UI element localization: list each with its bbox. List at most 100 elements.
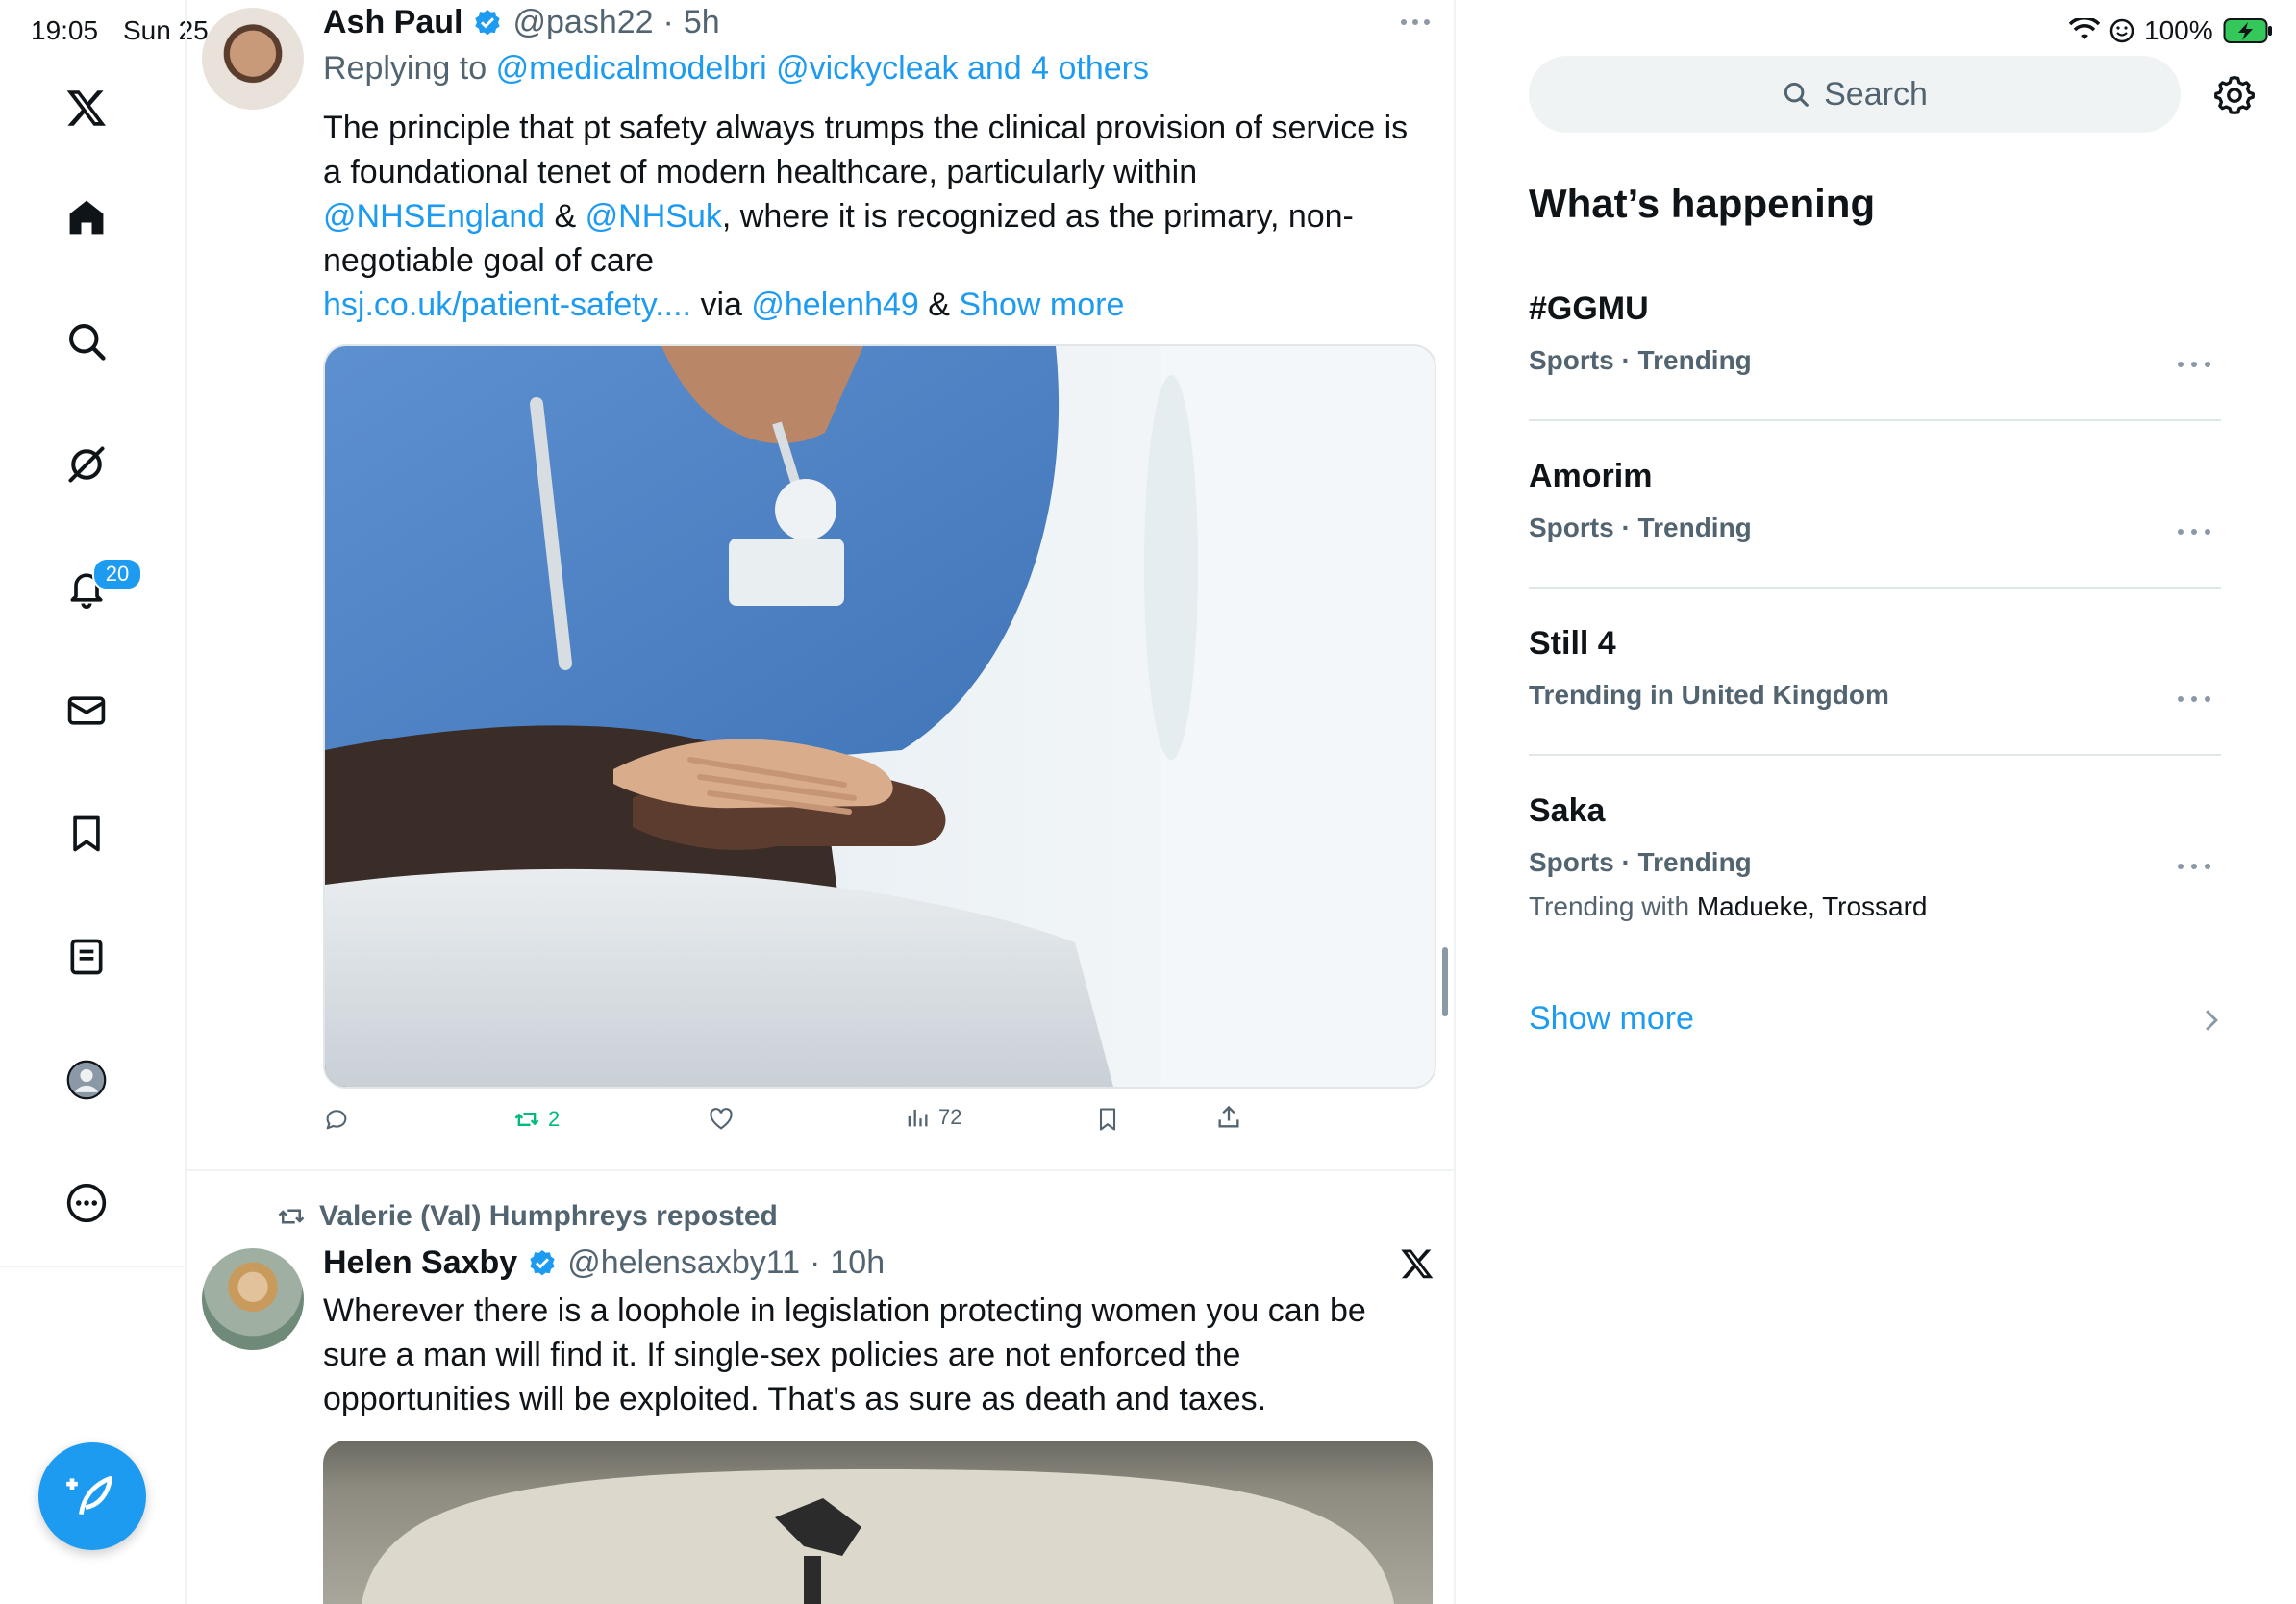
reposted-by[interactable]: Valerie (Val) Humphreys reposted xyxy=(319,1200,778,1233)
trend-item[interactable]: Saka Sports · Trending Trending with Mad… xyxy=(1529,792,1928,922)
timeline-column-border xyxy=(1454,0,1456,1604)
heart-icon xyxy=(710,1108,733,1130)
author-handle[interactable]: @helensaxby11 xyxy=(567,1244,800,1282)
chevron-right-icon[interactable] xyxy=(2202,1008,2221,1033)
trend-item[interactable]: #GGMU Sports · Trending xyxy=(1529,290,1752,376)
bookmark-icon xyxy=(1099,1108,1116,1131)
status-right: 100% xyxy=(2069,15,2273,46)
trend-more-icon[interactable] xyxy=(2175,360,2213,369)
views-button[interactable]: 72 xyxy=(904,1104,961,1131)
tweet-media-image[interactable] xyxy=(323,1441,1433,1604)
author-name[interactable]: Helen Saxby xyxy=(323,1244,517,1282)
verified-badge-icon xyxy=(530,1249,555,1275)
tweet2-body: Wherever there is a loophole in legislat… xyxy=(323,1289,1429,1421)
tweet-text-line: @NHSEngland & @NHSuk, where it is recogn… xyxy=(323,194,1429,238)
reply-button[interactable] xyxy=(323,1106,350,1133)
author-avatar[interactable] xyxy=(202,1248,304,1350)
like-button[interactable] xyxy=(708,1106,735,1133)
trend-related-names: Madueke, Trossard xyxy=(1696,891,1928,921)
show-more-link[interactable]: Show more xyxy=(959,287,1124,323)
trend-title: #GGMU xyxy=(1529,290,1649,327)
ampersand: & xyxy=(554,198,577,235)
compose-feather-icon xyxy=(66,1476,112,1516)
tweet-time[interactable]: 5h xyxy=(684,4,720,41)
reply-icon xyxy=(326,1110,347,1130)
trend-divider xyxy=(1529,587,2221,589)
via-text: via xyxy=(700,287,742,323)
notifications-badge: 20 xyxy=(92,558,142,590)
tweet-text-line: sure a man will find it. If single-sex p… xyxy=(323,1337,1241,1373)
compose-button[interactable] xyxy=(38,1442,146,1550)
bookmark-button[interactable] xyxy=(1094,1106,1121,1133)
search-icon xyxy=(1784,82,1809,107)
search-input[interactable]: Search xyxy=(1529,56,2181,133)
views-chart-icon xyxy=(908,1109,928,1127)
tweet-text-line: negotiable goal of care xyxy=(323,242,655,279)
reply-to-users[interactable]: @medicalmodelbri @vickycleak and 4 other… xyxy=(496,50,1149,87)
tweet-more-icon[interactable] xyxy=(1400,17,1431,27)
trend-item[interactable]: Amorim Sports · Trending xyxy=(1529,458,1752,543)
trend-more-icon[interactable] xyxy=(2175,694,2213,704)
home-icon[interactable] xyxy=(60,190,113,244)
tweet-text-fragment: , where it is recognized as the primary,… xyxy=(721,198,1354,235)
dot-separator: · xyxy=(662,4,674,40)
mention-link[interactable]: @NHSuk xyxy=(586,198,722,235)
share-button[interactable] xyxy=(1215,1104,1242,1131)
messages-envelope-icon[interactable] xyxy=(60,684,113,738)
search-icon[interactable] xyxy=(60,314,113,368)
x-logo-icon[interactable] xyxy=(60,81,113,135)
tweet-text-line: opportunities will be exploited. That's … xyxy=(323,1381,1267,1417)
retweet-count: 2 xyxy=(548,1107,561,1131)
bookmark-icon[interactable] xyxy=(60,807,113,861)
trend-title: Amorim xyxy=(1529,458,1653,494)
lists-icon[interactable] xyxy=(60,930,113,984)
trend-title: Saka xyxy=(1529,792,1606,829)
trend-related-prefix: Trending with xyxy=(1529,891,1690,921)
nurse-holding-hand-illustration xyxy=(325,346,1435,1087)
share-icon xyxy=(1218,1105,1239,1128)
verified-badge-icon xyxy=(475,9,501,35)
view-count: 72 xyxy=(938,1105,962,1129)
tweet-time[interactable]: 10h xyxy=(830,1244,885,1282)
ampersand: & xyxy=(928,287,950,323)
timeline-scrollbar[interactable] xyxy=(1442,947,1448,1016)
author-handle[interactable]: @pash22 xyxy=(512,4,653,41)
author-name[interactable]: Ash Paul xyxy=(323,4,462,41)
tweet-text-line: Wherever there is a loophole in legislat… xyxy=(323,1292,1366,1329)
x-logo-icon[interactable] xyxy=(1400,1246,1435,1281)
battery-percent: 100% xyxy=(2144,15,2213,45)
grok-icon[interactable] xyxy=(60,438,113,491)
mention-link[interactable]: @helenh49 xyxy=(751,287,918,323)
tweet-separator xyxy=(185,1169,1454,1171)
dot-separator: · xyxy=(810,1244,821,1281)
wifi-icon xyxy=(2069,18,2100,39)
trend-divider xyxy=(1529,754,2221,756)
tweet-media-image[interactable] xyxy=(323,344,1436,1089)
more-ellipsis-icon[interactable] xyxy=(60,1176,113,1230)
mention-link[interactable]: @NHSEngland xyxy=(323,198,545,235)
nav-column-border xyxy=(185,0,187,1604)
author-avatar[interactable] xyxy=(202,8,304,110)
tweet1-header: Ash Paul @pash22 · 5h xyxy=(323,4,720,41)
trend-item[interactable]: Still 4 Trending in United Kingdom xyxy=(1529,625,1889,711)
article-link[interactable]: hsj.co.uk/patient-safety.... xyxy=(323,287,691,323)
trend-divider xyxy=(1529,419,2221,421)
trend-category: Sports · Trending xyxy=(1529,345,1752,375)
profile-avatar-icon[interactable] xyxy=(60,1053,113,1107)
tweet-text-line: a foundational tenet of modern healthcar… xyxy=(323,154,1198,190)
show-more-trends-link[interactable]: Show more xyxy=(1529,1000,1694,1038)
retweet-button[interactable]: 2 xyxy=(513,1106,560,1133)
trend-more-icon[interactable] xyxy=(2175,862,2213,871)
settings-gear-icon[interactable] xyxy=(2213,73,2256,115)
repost-context: Valerie (Val) Humphreys reposted xyxy=(277,1200,778,1233)
media-preview-illustration xyxy=(362,1469,1394,1604)
status-time: 19:05 xyxy=(31,15,99,45)
nav-divider xyxy=(0,1266,185,1267)
reply-prefix: Replying to xyxy=(323,50,487,87)
trend-more-icon[interactable] xyxy=(2175,527,2213,537)
tweet-text-line: The principle that pt safety always trum… xyxy=(323,110,1409,146)
tweet1-body: The principle that pt safety always trum… xyxy=(323,106,1429,327)
tweet2-header: Helen Saxby @helensaxby11 · 10h xyxy=(323,1244,885,1282)
repost-icon xyxy=(278,1209,305,1224)
trend-category: Sports · Trending xyxy=(1529,513,1752,542)
